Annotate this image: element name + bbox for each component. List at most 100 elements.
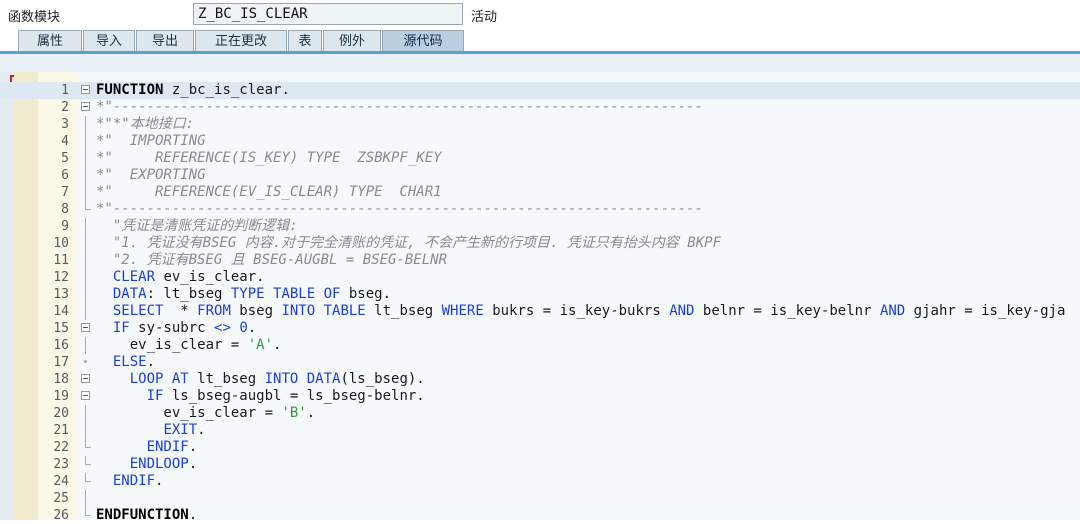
code-text: *"--------------------------------------… <box>96 99 1066 116</box>
code-token: . <box>197 422 206 438</box>
function-module-header: 函数模块 Z_BC_IS_CLEAR 活动 <box>0 0 1080 30</box>
line-number: 22 <box>53 440 69 455</box>
code-editor[interactable]: 1 FUNCTION z_bc_is_clear. 2 *"-------------… <box>0 72 1080 523</box>
line-number: 4 <box>61 134 69 149</box>
code-token: . <box>306 405 316 421</box>
code-line[interactable]: 15 IF sy-subrc <> 0. <box>0 320 1080 337</box>
code-token: . <box>188 456 198 472</box>
fold-guide-icon <box>81 456 91 468</box>
fold-toggle-icon[interactable] <box>81 374 90 383</box>
line-number: 20 <box>53 406 69 421</box>
code-token: ENDIF <box>112 473 156 489</box>
code-token: ev_is_clear = <box>96 337 248 353</box>
tab-exceptions[interactable]: 例外 <box>323 30 381 52</box>
code-line[interactable]: 9 "凭证是清账凭证的判断逻辑: <box>0 218 1080 235</box>
fold-guide-icon <box>81 303 90 320</box>
fold-guide-icon <box>81 422 90 439</box>
code-token: ev_is_clear = <box>96 405 282 421</box>
code-line[interactable]: 8 *"-------------------------------------… <box>0 201 1080 218</box>
code-line[interactable]: 20 ev_is_clear = 'B'. <box>0 405 1080 422</box>
code-token: LOOP AT <box>129 371 189 387</box>
tab-import[interactable]: 导入 <box>83 30 135 52</box>
fold-guide-icon <box>81 218 90 235</box>
line-number: 8 <box>61 202 69 217</box>
fold-toggle-icon[interactable] <box>81 391 90 400</box>
code-line[interactable]: 23 ENDLOOP. <box>0 456 1080 473</box>
code-line[interactable]: 1 FUNCTION z_bc_is_clear. <box>0 82 1080 99</box>
code-token: ELSE <box>112 354 147 370</box>
code-token: bseg <box>230 303 282 319</box>
fold-guide-icon <box>81 337 90 354</box>
code-line[interactable]: 13 DATA: lt_bseg TYPE TABLE OF bseg. <box>0 286 1080 303</box>
code-text: *" REFERENCE(EV_IS_CLEAR) TYPE CHAR1 <box>96 184 1066 201</box>
tab-tables[interactable]: 表 <box>288 30 322 52</box>
code-text: DATA: lt_bseg TYPE TABLE OF bseg. <box>96 286 1066 303</box>
code-line[interactable]: 12 CLEAR ev_is_clear. <box>0 269 1080 286</box>
tab-export[interactable]: 导出 <box>136 30 194 52</box>
code-line[interactable]: 14 SELECT * FROM bseg INTO TABLE lt_bseg… <box>0 303 1080 320</box>
fold-guide-icon <box>81 167 90 184</box>
code-line[interactable]: 18 LOOP AT lt_bseg INTO DATA(ls_bseg). <box>0 371 1080 388</box>
code-token: . <box>188 439 198 455</box>
code-token: : lt_bseg <box>146 286 231 302</box>
code-token: z_bc_is_clear. <box>163 82 290 98</box>
code-line[interactable]: 6 *" EXPORTING <box>0 167 1080 184</box>
line-number: 17 <box>53 355 69 370</box>
code-line[interactable]: 11 "2. 凭证有BSEG 且 BSEG-AUGBL = BSEG-BELNR <box>0 252 1080 269</box>
code-line[interactable]: 26 ENDFUNCTION. <box>0 507 1080 524</box>
code-text: IF sy-subrc <> 0. <box>96 320 1066 337</box>
fold-toggle-icon[interactable] <box>81 102 90 111</box>
code-line[interactable]: 7 *" REFERENCE(EV_IS_CLEAR) TYPE CHAR1 <box>0 184 1080 201</box>
tab-source-code[interactable]: 源代码 <box>382 30 464 52</box>
code-line[interactable]: 22 ENDIF. <box>0 439 1080 456</box>
code-text: ENDLOOP. <box>96 456 1066 473</box>
code-line[interactable]: 2 *"-------------------------------------… <box>0 99 1080 116</box>
code-line[interactable]: 21 EXIT. <box>0 422 1080 439</box>
line-number: 19 <box>53 389 69 404</box>
code-text: "2. 凭证有BSEG 且 BSEG-AUGBL = BSEG-BELNR <box>96 252 1066 269</box>
code-token: ls_bseg-augbl = ls_bseg-belnr. <box>163 388 425 404</box>
code-line[interactable]: 17 ELSE. <box>0 354 1080 371</box>
fold-guide-icon <box>81 439 91 451</box>
code-token: ENDLOOP <box>129 456 189 472</box>
code-token: INTO DATA <box>264 371 341 387</box>
code-token: (ls_bseg). <box>340 371 425 387</box>
line-number: 26 <box>53 508 69 523</box>
fold-toggle-icon[interactable] <box>81 323 90 332</box>
fold-guide-icon <box>81 269 90 286</box>
fold-guide-icon <box>81 133 90 150</box>
status-text: 活动 <box>471 10 498 25</box>
code-line[interactable]: 19 IF ls_bseg-augbl = ls_bseg-belnr. <box>0 388 1080 405</box>
line-number: 7 <box>61 185 69 200</box>
code-text: ENDFUNCTION. <box>96 507 1066 524</box>
code-token: <> <box>214 320 231 336</box>
code-line[interactable]: 5 *" REFERENCE(IS_KEY) TYPE ZSBKPF_KEY <box>0 150 1080 167</box>
code-token: sy-subrc <box>129 320 215 336</box>
code-text: *"*"本地接口: <box>96 116 1066 133</box>
code-line[interactable]: 3 *"*"本地接口: <box>0 116 1080 133</box>
code-line[interactable]: 25 <box>0 490 1080 507</box>
code-line[interactable]: 16 ev_is_clear = 'A'. <box>0 337 1080 354</box>
fold-guide-icon <box>81 235 90 252</box>
code-token: ENDFUNCTION <box>96 507 189 523</box>
code-line[interactable]: 4 *" IMPORTING <box>0 133 1080 150</box>
tab-changing[interactable]: 正在更改 <box>195 30 287 52</box>
function-module-name-field[interactable]: Z_BC_IS_CLEAR <box>193 3 463 25</box>
code-token: lt_bseg <box>365 303 442 319</box>
code-line[interactable]: 24 ENDIF. <box>0 473 1080 490</box>
code-token: EXIT <box>163 422 198 438</box>
fold-toggle-icon[interactable] <box>81 85 90 94</box>
code-text: "1. 凭证没有BSEG 内容.对于完全清账的凭证, 不会产生新的行项目. 凭证… <box>96 235 1066 252</box>
line-number: 14 <box>53 304 69 319</box>
line-number: 6 <box>61 168 69 183</box>
code-text: ev_is_clear = 'A'. <box>96 337 1066 354</box>
code-line[interactable]: 10 "1. 凭证没有BSEG 内容.对于完全清账的凭证, 不会产生新的行项目.… <box>0 235 1080 252</box>
code-text: ENDIF. <box>96 473 1066 490</box>
code-text: "凭证是清账凭证的判断逻辑: <box>96 218 1066 235</box>
line-number: 1 <box>61 83 69 98</box>
tab-attributes[interactable]: 属性 <box>18 30 82 52</box>
